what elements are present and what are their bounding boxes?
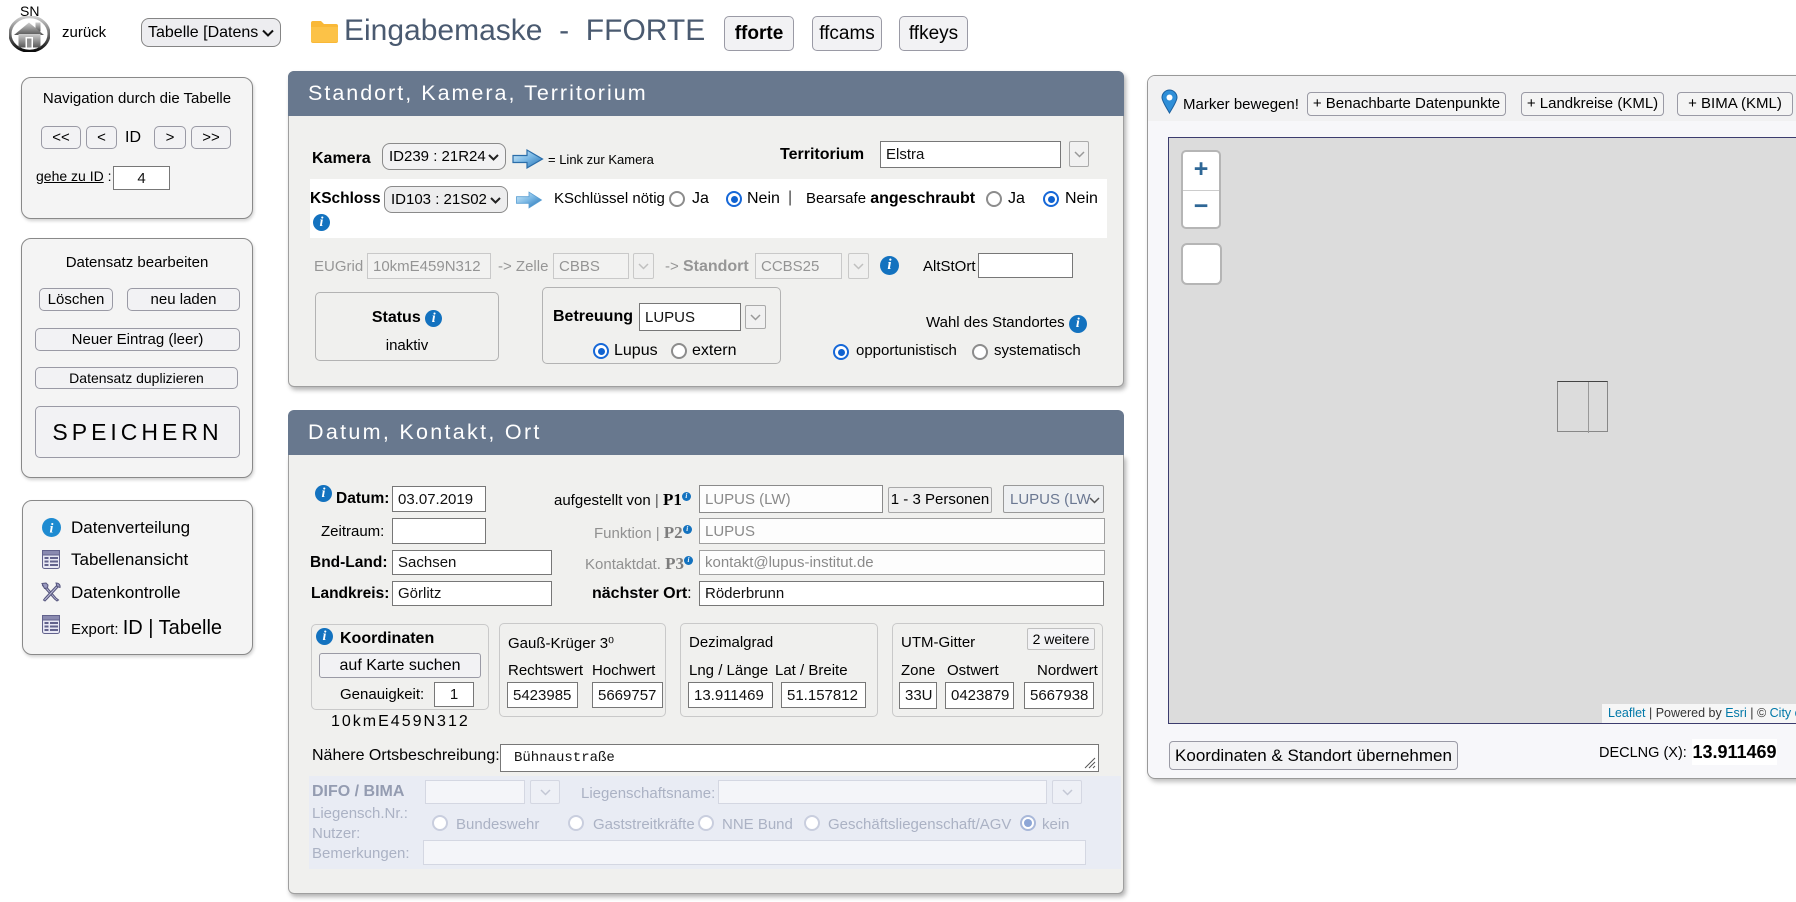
svg-text:i: i [50, 522, 54, 537]
